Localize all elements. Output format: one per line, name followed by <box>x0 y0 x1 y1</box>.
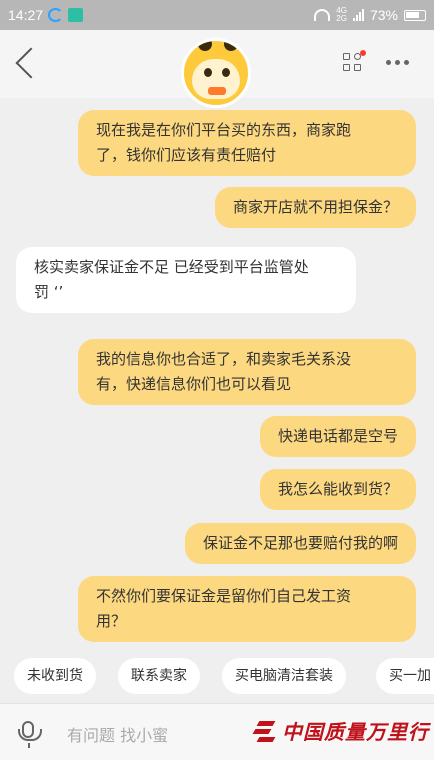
back-chevron-icon[interactable] <box>15 47 47 79</box>
network-type-label: 4G 2G <box>336 6 347 23</box>
notification-app-icon-2 <box>68 8 83 22</box>
status-indicators: 4G 2G 73% <box>314 7 426 23</box>
quick-reply-chip[interactable]: 联系卖家 <box>118 658 200 694</box>
notification-app-icon <box>48 8 63 22</box>
quick-reply-chip[interactable]: 买一加 <box>376 658 434 694</box>
quick-reply-chip[interactable]: 买电脑清洁套装 <box>222 658 346 694</box>
message-bubble-outgoing[interactable]: 我怎么能收到货？ <box>259 469 416 510</box>
message-bubble-outgoing[interactable]: 保证金不足那也要赔付我的啊 <box>184 523 416 564</box>
message-bubble-outgoing[interactable]: 快递电话都是空号 <box>259 416 416 457</box>
status-time: 14:27 <box>8 7 44 23</box>
wifi-icon <box>314 9 331 21</box>
watermark-logo-icon <box>252 717 278 745</box>
watermark-text: 中国质量万里行 <box>282 720 429 744</box>
battery-percent: 73% <box>369 7 398 23</box>
signal-icon <box>352 9 364 21</box>
more-options-icon[interactable] <box>386 60 409 65</box>
input-bar: 有问题 找小蜜 中国质量万里行 <box>0 703 434 760</box>
message-input[interactable]: 有问题 找小蜜 <box>67 722 168 746</box>
message-bubble-outgoing[interactable]: 现在我是在你们平台买的东西，商家跑 了，钱你们应该有责任赔付 <box>78 110 416 176</box>
message-bubble-incoming[interactable]: 核实卖家保证金不足 已经受到平台监管处罚 ‘’ <box>16 247 356 313</box>
chat-message-list[interactable]: 现在我是在你们平台买的东西，商家跑 了，钱你们应该有责任赔付 商家开店就不用担保金… <box>0 98 434 653</box>
message-bubble-outgoing[interactable]: 不然你们要保证金是留你们自己发工资 用？ <box>78 576 416 642</box>
quick-reply-bar: 未收到货 联系卖家 买电脑清洁套装 买一加 <box>0 656 434 698</box>
microphone-icon[interactable] <box>18 721 42 741</box>
grid-menu-icon[interactable] <box>343 50 366 73</box>
notification-dot <box>360 50 366 56</box>
status-bar: 14:27 4G 2G 73% <box>0 0 434 30</box>
battery-icon <box>404 9 426 21</box>
quick-reply-chip[interactable]: 未收到货 <box>14 658 96 694</box>
microphone-stand <box>28 743 30 748</box>
message-bubble-outgoing[interactable]: 商家开店就不用担保金？ <box>214 187 416 228</box>
message-bubble-outgoing[interactable]: 我的信息你也合适了，和卖家毛关系没 有，快递信息你们也可以看见 <box>78 339 416 405</box>
watermark: 中国质量万里行 <box>252 716 429 745</box>
